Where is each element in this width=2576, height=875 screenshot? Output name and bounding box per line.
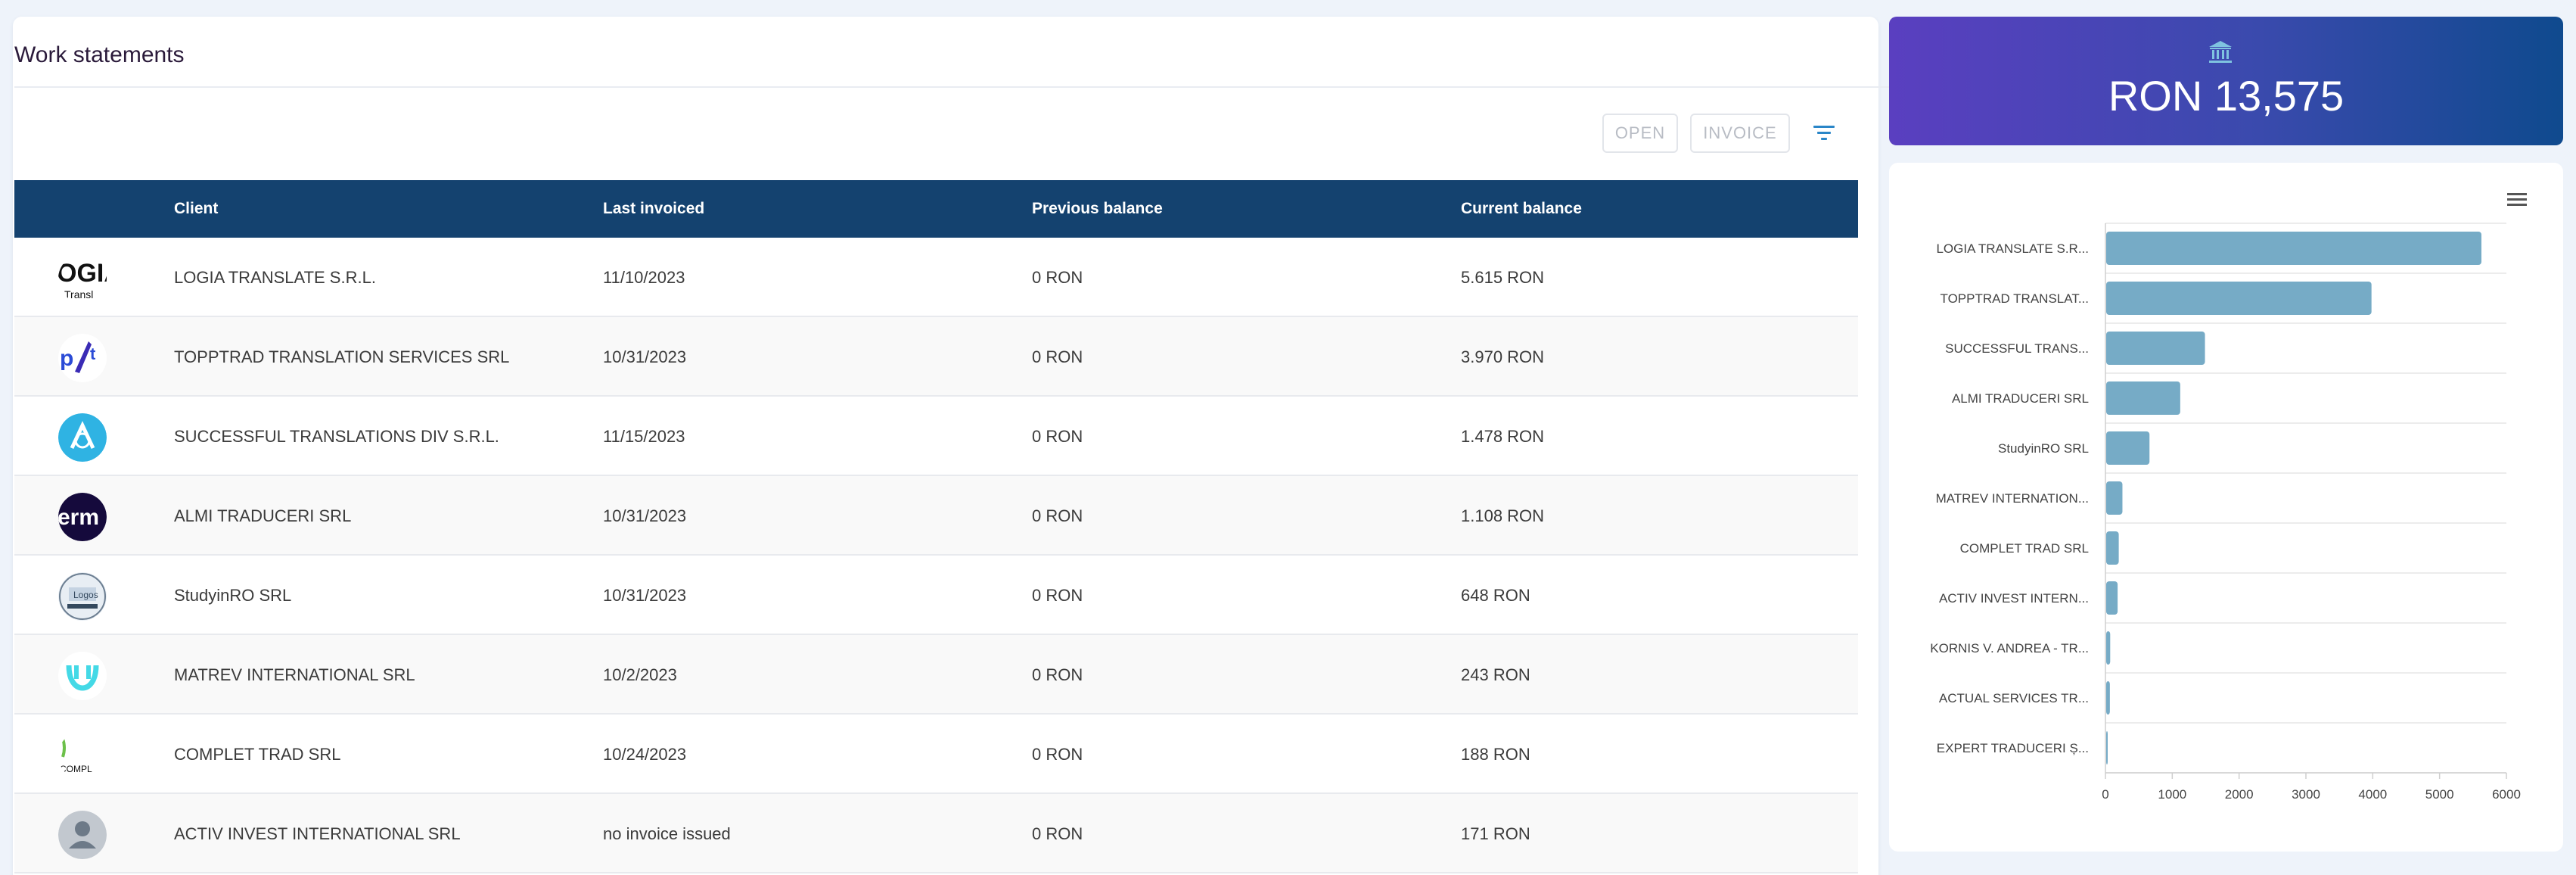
table-row[interactable]: ACTIV INVEST INTERNATIONAL SRL no invoic…: [14, 794, 1858, 873]
chart-category-label: MATREV INTERNATION...: [1936, 491, 2089, 506]
chart-category-label: StudyinRO SRL: [1998, 441, 2089, 456]
current-balance: 243 RON: [1461, 665, 1530, 684]
client-name: ALMI TRADUCERI SRL: [174, 506, 352, 525]
header-current-balance[interactable]: Current balance: [1461, 180, 1582, 238]
chart-category-label: SUCCESSFUL TRANS...: [1945, 341, 2089, 356]
last-invoiced: 10/2/2023: [603, 665, 677, 684]
chart-x-tick-label: 4000: [2358, 787, 2387, 802]
table-row[interactable]: Logos StudyinRO SRL 10/31/2023 0 RON 648…: [14, 556, 1858, 635]
last-invoiced: 10/31/2023: [603, 506, 687, 525]
previous-balance: 0 RON: [1032, 268, 1083, 287]
chart-bar[interactable]: [2106, 581, 2118, 615]
complet-logo: COMPL: [58, 731, 107, 780]
chart-bar[interactable]: [2106, 282, 2372, 315]
table-row[interactable]: pt TOPPTRAD TRANSLATION SERVICES SRL 10/…: [14, 317, 1858, 397]
logia-logo: OGIATransl: [58, 254, 107, 303]
chart-bar[interactable]: [2106, 381, 2180, 415]
topptrad-logo: pt: [58, 334, 107, 382]
client-name: MATREV INTERNATIONAL SRL: [174, 665, 415, 684]
bank-icon: [2209, 41, 2232, 63]
table-row[interactable]: SUCCESSFUL TRANSLATIONS DIV S.R.L. 11/15…: [14, 397, 1858, 476]
previous-balance: 0 RON: [1032, 347, 1083, 366]
chart-x-tick-label: 5000: [2425, 787, 2454, 802]
current-balance: 1.478 RON: [1461, 427, 1545, 446]
client-name: StudyinRO SRL: [174, 586, 292, 605]
svg-text:erm: erm: [58, 505, 99, 530]
previous-balance: 0 RON: [1032, 506, 1083, 525]
work-statements-table: Client Last invoiced Previous balance Cu…: [14, 180, 1858, 873]
invoice-button[interactable]: INVOICE: [1690, 114, 1790, 153]
chart-bar[interactable]: [2106, 332, 2205, 365]
table-row[interactable]: MATREV INTERNATIONAL SRL 10/2/2023 0 RON…: [14, 635, 1858, 715]
chart-category-label: ACTIV INVEST INTERN...: [1939, 591, 2089, 606]
open-button[interactable]: OPEN: [1602, 114, 1678, 153]
chart-category-label: LOGIA TRANSLATE S.R...: [1936, 241, 2089, 256]
table-row[interactable]: erm ALMI TRADUCERI SRL 10/31/2023 0 RON …: [14, 476, 1858, 556]
chart-bar[interactable]: [2106, 631, 2111, 665]
chart-bar[interactable]: [2106, 731, 2108, 764]
chart-category-label: EXPERT TRADUCERI Ș...: [1937, 741, 2089, 755]
last-invoiced: 10/31/2023: [603, 586, 687, 605]
current-balance: 1.108 RON: [1461, 506, 1545, 525]
header-last-invoiced[interactable]: Last invoiced: [603, 180, 704, 238]
client-name: SUCCESSFUL TRANSLATIONS DIV S.R.L.: [174, 427, 499, 446]
current-balance: 648 RON: [1461, 586, 1530, 605]
chart-category-label: KORNIS V. ANDREA - TR...: [1930, 641, 2089, 655]
last-invoiced: 10/24/2023: [603, 745, 687, 764]
table-row[interactable]: COMPL COMPLET TRAD SRL 10/24/2023 0 RON …: [14, 715, 1858, 794]
page-title: Work statements: [14, 42, 185, 67]
last-invoiced: 10/31/2023: [603, 347, 687, 366]
previous-balance: 0 RON: [1032, 824, 1083, 843]
client-name: ACTIV INVEST INTERNATIONAL SRL: [174, 824, 461, 843]
client-name: COMPLET TRAD SRL: [174, 745, 341, 764]
header-previous-balance[interactable]: Previous balance: [1032, 180, 1163, 238]
current-balance: 188 RON: [1461, 745, 1530, 764]
current-balance: 5.615 RON: [1461, 268, 1545, 287]
chart-bar[interactable]: [2106, 431, 2150, 465]
chart-bar[interactable]: [2106, 681, 2110, 715]
table-header: Client Last invoiced Previous balance Cu…: [14, 180, 1858, 238]
last-invoiced: 11/15/2023: [603, 427, 685, 446]
client-name: TOPPTRAD TRANSLATION SERVICES SRL: [174, 347, 510, 366]
chart-category-label: COMPLET TRAD SRL: [1960, 541, 2089, 556]
header-client[interactable]: Client: [174, 180, 218, 238]
chart-category-label: ALMI TRADUCERI SRL: [1952, 391, 2089, 406]
chart-x-tick-label: 2000: [2225, 787, 2254, 802]
client-name: LOGIA TRANSLATE S.R.L.: [174, 268, 376, 287]
last-invoiced: no invoice issued: [603, 824, 731, 843]
svg-text:Logos: Logos: [73, 590, 98, 600]
svg-text:p: p: [60, 346, 73, 371]
svg-text:t: t: [90, 344, 96, 363]
current-balance: 3.970 RON: [1461, 347, 1545, 366]
chart-bar[interactable]: [2106, 232, 2481, 265]
chart-category-label: TOPPTRAD TRANSLAT...: [1941, 291, 2090, 306]
chart-x-tick-label: 0: [2102, 787, 2108, 802]
table-row[interactable]: OGIATransl LOGIA TRANSLATE S.R.L. 11/10/…: [14, 238, 1858, 317]
default-avatar-icon: [58, 811, 107, 859]
almi-logo: erm: [58, 493, 107, 541]
svg-text:COMPL: COMPL: [60, 764, 92, 774]
chart-x-tick-label: 6000: [2492, 787, 2521, 802]
last-invoiced: 11/10/2023: [603, 268, 685, 287]
studyinro-logo: Logos: [58, 572, 107, 621]
previous-balance: 0 RON: [1032, 745, 1083, 764]
chart-bar[interactable]: [2106, 531, 2119, 565]
matrev-logo: [58, 652, 107, 700]
successful-logo: [58, 413, 107, 462]
chart-x-tick-label: 3000: [2292, 787, 2320, 802]
chart-x-tick-label: 1000: [2158, 787, 2186, 802]
chart-category-label: ACTUAL SERVICES TR...: [1939, 691, 2089, 705]
svg-text:Transl: Transl: [64, 288, 93, 300]
filter-icon[interactable]: [1811, 121, 1837, 145]
total-balance-amount: RON 13,575: [2108, 72, 2345, 120]
chart-bar[interactable]: [2106, 481, 2123, 515]
current-balance: 171 RON: [1461, 824, 1530, 843]
svg-text:OGIA: OGIA: [58, 259, 107, 288]
previous-balance: 0 RON: [1032, 665, 1083, 684]
client-balance-bar-chart: LOGIA TRANSLATE S.R... TOPPTRAD TRANSLAT.…: [1930, 223, 2521, 802]
previous-balance: 0 RON: [1032, 427, 1083, 446]
previous-balance: 0 RON: [1032, 586, 1083, 605]
